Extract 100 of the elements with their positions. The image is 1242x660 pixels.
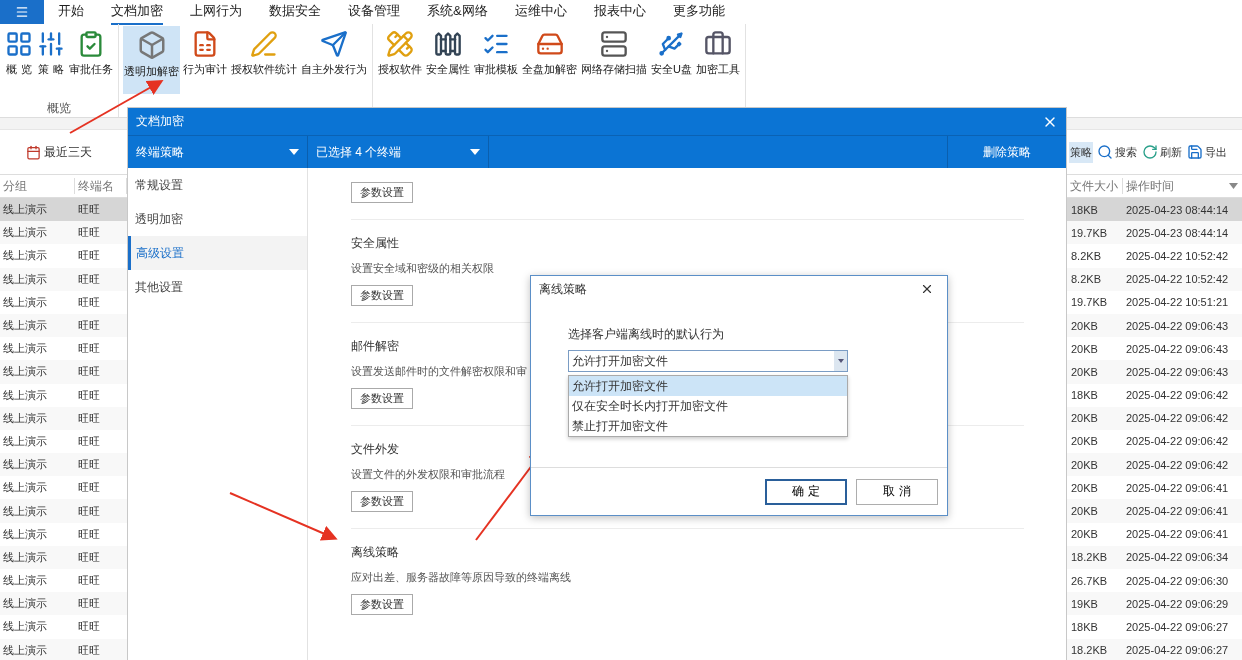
table-row[interactable]: 8.2KB 2025-04-22 10:52:42 [1067,267,1242,291]
toolbar-button[interactable]: 策略 [1069,141,1093,163]
table-cell-text: 2025-04-22 09:06:42 [1125,389,1230,402]
ribbon-tab[interactable]: 系统&网络 [427,0,488,25]
table-row[interactable]: 线上演示 旺旺 [0,313,127,338]
export-icon [1187,144,1203,160]
ribbon-button[interactable]: 授权软件 [377,26,423,94]
ribbon-tab[interactable]: 上网行为 [190,0,242,25]
table-cell-text: 线上演示 [2,480,48,496]
ribbon-tab[interactable]: 数据安全 [269,0,321,25]
calendar-icon [26,144,41,160]
table-row[interactable]: 20KB 2025-04-22 09:06:42 [1067,453,1242,477]
ribbon-button[interactable]: 策 略 [36,26,66,94]
ribbon-button[interactable]: 安全属性 [425,26,471,94]
table-cell-text: 旺旺 [77,271,101,287]
cancel-button[interactable]: 取 消 [856,478,938,505]
pencil-ruler-icon [386,30,414,58]
ribbon-tab[interactable]: 运维中心 [514,0,567,25]
table-row[interactable]: 线上演示 旺旺 [0,360,127,384]
ribbon-tab[interactable]: 更多功能 [672,0,725,25]
ribbon-button[interactable]: 审批任务 [68,26,114,94]
dropdown-option[interactable]: 允许打开加密文件 [569,376,847,396]
table-cell-text: 2025-04-22 10:51:21 [1125,296,1230,309]
table-cell-text: 旺旺 [77,364,101,380]
table-row[interactable]: 20KB 2025-04-22 09:06:43 [1067,360,1242,384]
ribbon-button[interactable]: 授权软件统计 [230,26,298,94]
date-range-button[interactable]: 最近三天 [20,142,98,162]
dialog-title: 离线策略 [539,280,587,298]
caret-icon [837,359,844,363]
dropdown-option[interactable]: 禁止打开加密文件 [569,416,847,436]
sliders-icon [37,30,65,58]
table-cell-text: 旺旺 [77,387,101,403]
table-row[interactable]: 线上演示 旺旺 [0,499,127,523]
ribbon-button[interactable]: 审批模板 [473,26,519,94]
table-cell-text: 旺旺 [77,619,101,635]
table-row[interactable]: 18.2KB 2025-04-22 09:06:34 [1067,545,1242,569]
table-row[interactable]: 线上演示 旺旺 [0,221,127,245]
table-cell-text: 2025-04-22 09:06:34 [1125,551,1230,564]
table-row[interactable]: 线上演示 旺旺 [0,198,127,222]
ribbon-tab[interactable]: 报表中心 [593,0,646,25]
sort-icon[interactable] [1229,183,1238,189]
table-row[interactable]: 线上演示 旺旺 [0,453,127,477]
table-cell-text: 线上演示 [2,294,48,310]
toolbar-button[interactable]: 刷新 [1141,141,1183,163]
ribbon-button[interactable]: 自主外发行为 [300,26,368,94]
ribbon-button[interactable]: 安全U盘 [650,26,693,94]
ribbon-tab[interactable]: 开始 [58,0,84,25]
settings-button[interactable]: 参数设置 [351,388,413,409]
settings-button[interactable]: 参数设置 [351,285,413,306]
section-title: 离线策略 [351,544,399,561]
close-button[interactable] [920,282,934,296]
toolbar-button[interactable]: 搜索 [1096,141,1138,163]
table-cell-text: 线上演示 [2,642,48,658]
table-cell-text: 18.2KB [1070,644,1109,657]
ribbon-button[interactable]: 概 览 [4,26,34,94]
table-row[interactable]: 19.7KB 2025-04-23 08:44:14 [1067,221,1242,245]
ribbon-button[interactable]: 全盘加解密 [521,26,578,94]
table-row[interactable]: 18.2KB 2025-04-22 09:06:27 [1067,638,1242,660]
settings-button[interactable]: 参数设置 [351,491,413,512]
behavior-select[interactable]: 允许打开加密文件 [568,350,848,372]
caret-icon [470,149,480,155]
table-row[interactable]: 18KB 2025-04-23 08:44:14 [1067,198,1242,222]
table-row[interactable]: 19KB 2025-04-22 09:06:29 [1067,592,1242,616]
section-description: 设置安全域和密级的相关权限 [351,261,494,276]
settings-button[interactable]: 参数设置 [351,182,413,203]
column-header[interactable]: 分组 [0,178,75,194]
ribbon-button[interactable]: 行为审计 [182,26,228,94]
table-row[interactable]: 20KB 2025-04-22 09:06:41 [1067,499,1242,523]
ok-button[interactable]: 确 定 [765,478,847,505]
table-row[interactable]: 线上演示 旺旺 [0,406,127,430]
usb-icon [657,30,686,58]
table-row[interactable]: 线上演示 旺旺 [0,638,127,660]
app-menu-button[interactable] [0,0,44,24]
nav-item[interactable]: 高级设置 [128,236,307,270]
table-row[interactable]: 线上演示 旺旺 [0,592,127,616]
table-row[interactable]: 线上演示 旺旺 [0,267,127,291]
table-cell-text: 2025-04-22 09:06:43 [1125,365,1230,378]
ribbon-tab[interactable]: 设备管理 [348,0,400,25]
dropdown-option[interactable]: 仅在安全时长内打开加密文件 [569,396,847,416]
paper-plane-icon [320,30,348,58]
table-cell-text: 20KB [1070,481,1099,494]
prompt-label: 选择客户端离线时的默认行为 [568,326,725,343]
table-cell-text: 19.7KB [1070,226,1109,239]
ribbon-button[interactable]: 加密工具 [694,26,741,94]
table-cell-text: 20KB [1070,412,1099,425]
toolbar-button[interactable]: 导出 [1186,141,1228,163]
table-cell-text: 线上演示 [2,410,48,426]
table-row[interactable]: 20KB 2025-04-22 09:06:42 [1067,406,1242,430]
settings-button[interactable]: 参数设置 [351,594,413,615]
table-row[interactable]: 20KB 2025-04-22 09:06:43 [1067,313,1242,338]
table-cell-text: 2025-04-23 08:44:14 [1125,203,1230,216]
ribbon-button[interactable]: 透明加解密 [123,26,180,94]
table-cell-text: 18.2KB [1070,551,1109,564]
column-header[interactable]: 操作时间 [1123,178,1242,194]
table-cell-text: 20KB [1070,505,1099,518]
ribbon-button[interactable]: 网络存储扫描 [580,26,648,94]
table-row[interactable]: 线上演示 旺旺 [0,545,127,569]
table-cell-text: 旺旺 [77,318,101,334]
grid-icon [5,30,33,58]
table-cell-text: 线上演示 [2,433,48,449]
